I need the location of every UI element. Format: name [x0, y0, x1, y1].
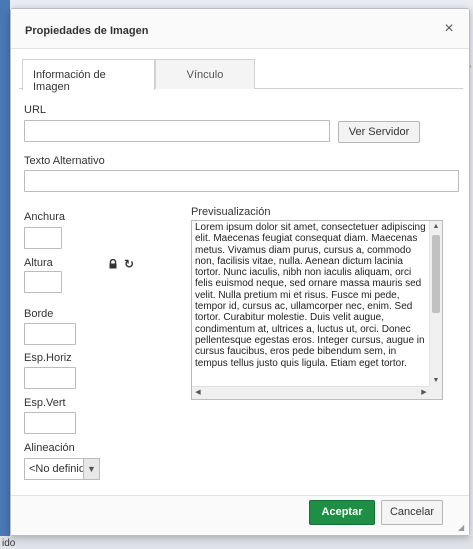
width-input[interactable] — [24, 227, 62, 249]
height-input[interactable] — [24, 271, 62, 293]
reset-size-icon[interactable]: ↻ — [124, 258, 136, 270]
chevron-down-icon[interactable]: ▼ — [83, 459, 99, 479]
preview-text: Lorem ipsum dolor sit amet, consectetuer… — [195, 222, 426, 369]
preview-box[interactable]: Lorem ipsum dolor sit amet, consectetuer… — [191, 220, 443, 400]
dialog-title: Propiedades de Imagen — [25, 25, 149, 37]
scroll-up-icon[interactable]: ▲ — [430, 221, 442, 233]
preview-label: Previsualización — [191, 206, 271, 218]
dialog-title-bar[interactable]: Propiedades de Imagen × — [11, 9, 469, 49]
tab-bar: Información de Imagen Vínculo — [19, 57, 463, 93]
tab-image-info[interactable]: Información de Imagen — [22, 59, 155, 93]
background-text: ido — [2, 538, 16, 549]
border-input[interactable] — [24, 323, 76, 345]
preview-vertical-scrollbar[interactable]: ▲ ▼ — [429, 221, 442, 387]
background-side-strip — [0, 0, 10, 549]
scroll-left-icon[interactable]: ◀ — [192, 387, 204, 399]
hspace-input[interactable] — [24, 367, 76, 389]
scrollbar-corner — [429, 386, 442, 399]
lock-icon[interactable] — [108, 259, 118, 269]
alignment-label: Alineación — [24, 442, 75, 454]
cancel-button[interactable]: Cancelar — [381, 500, 443, 525]
vspace-label: Esp.Vert — [24, 397, 66, 409]
url-label: URL — [24, 104, 47, 116]
width-label: Anchura — [24, 211, 65, 223]
close-icon[interactable]: × — [441, 21, 457, 37]
alignment-select[interactable]: <No definido> ▼ — [24, 458, 100, 480]
alt-text-input[interactable] — [24, 170, 459, 192]
alignment-select-value: <No definido> — [29, 463, 85, 475]
preview-horizontal-scrollbar[interactable]: ◀ ▶ — [192, 386, 430, 399]
height-label: Altura — [24, 257, 53, 269]
hspace-label: Esp.Horiz — [24, 352, 72, 364]
scroll-thumb[interactable] — [432, 235, 440, 313]
browse-server-button[interactable]: Ver Servidor — [338, 121, 420, 143]
accept-button[interactable]: Aceptar — [309, 500, 375, 525]
border-label: Borde — [24, 308, 54, 320]
background-bottom-strip — [0, 536, 473, 549]
resize-grip-icon[interactable]: ◢ — [458, 524, 466, 532]
vspace-input[interactable] — [24, 412, 76, 434]
image-properties-dialog: Propiedades de Imagen × Información de I… — [10, 8, 470, 536]
alt-text-label: Texto Alternativo — [24, 155, 105, 167]
url-input[interactable] — [24, 120, 330, 142]
tab-link[interactable]: Vínculo — [155, 59, 255, 89]
